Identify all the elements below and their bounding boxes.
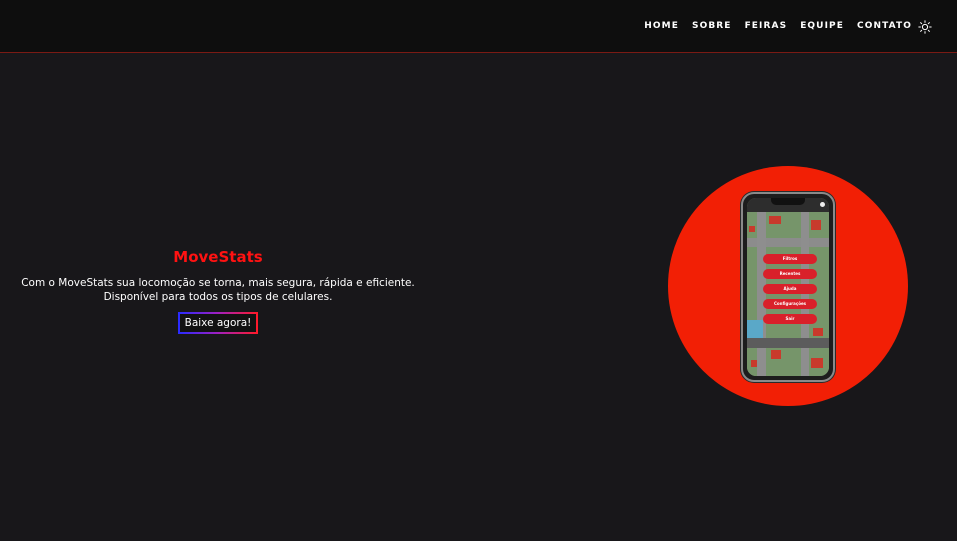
hero-description-line2: Disponível para todos os tipos de celula… xyxy=(103,291,333,303)
phone-mockup: Filtros Recentes Ajuda Configurações Sai… xyxy=(741,192,835,382)
navbar: HOME SOBRE FEIRAS EQUIPE CONTATO xyxy=(0,0,957,53)
map-road xyxy=(757,212,766,376)
nav-contato[interactable]: CONTATO xyxy=(857,21,912,31)
map-building xyxy=(813,328,823,336)
phone-screen: Filtros Recentes Ajuda Configurações Sai… xyxy=(747,198,829,376)
map-building xyxy=(771,350,781,359)
nav-links: HOME SOBRE FEIRAS EQUIPE CONTATO xyxy=(644,21,912,31)
nav-equipe[interactable]: EQUIPE xyxy=(800,21,844,31)
map-building xyxy=(811,358,823,368)
app-menu-sair[interactable]: Sair xyxy=(763,314,817,324)
sun-icon[interactable] xyxy=(918,19,932,34)
app-menu-ajuda[interactable]: Ajuda xyxy=(763,284,817,294)
hero-title: MoveStats xyxy=(173,248,263,266)
map-road xyxy=(801,212,809,376)
map-road xyxy=(747,338,829,348)
phone-notch xyxy=(771,198,805,205)
map-building xyxy=(811,220,821,230)
map-building xyxy=(769,216,781,224)
hero-text: MoveStats Com o MoveStats sua locomoção … xyxy=(18,248,418,334)
app-menu-filtros[interactable]: Filtros xyxy=(763,254,817,264)
nav-sobre[interactable]: SOBRE xyxy=(692,21,732,31)
map-building xyxy=(749,226,755,232)
map-building xyxy=(751,360,757,367)
app-menu-configuracoes[interactable]: Configurações xyxy=(763,299,817,309)
hero-description-line1: Com o MoveStats sua locomoção se torna, … xyxy=(21,277,415,289)
nav-home[interactable]: HOME xyxy=(644,21,679,31)
app-menu-recentes[interactable]: Recentes xyxy=(763,269,817,279)
download-button[interactable]: Baixe agora! xyxy=(177,312,259,334)
nav-feiras[interactable]: FEIRAS xyxy=(745,21,788,31)
gear-icon xyxy=(820,202,825,207)
